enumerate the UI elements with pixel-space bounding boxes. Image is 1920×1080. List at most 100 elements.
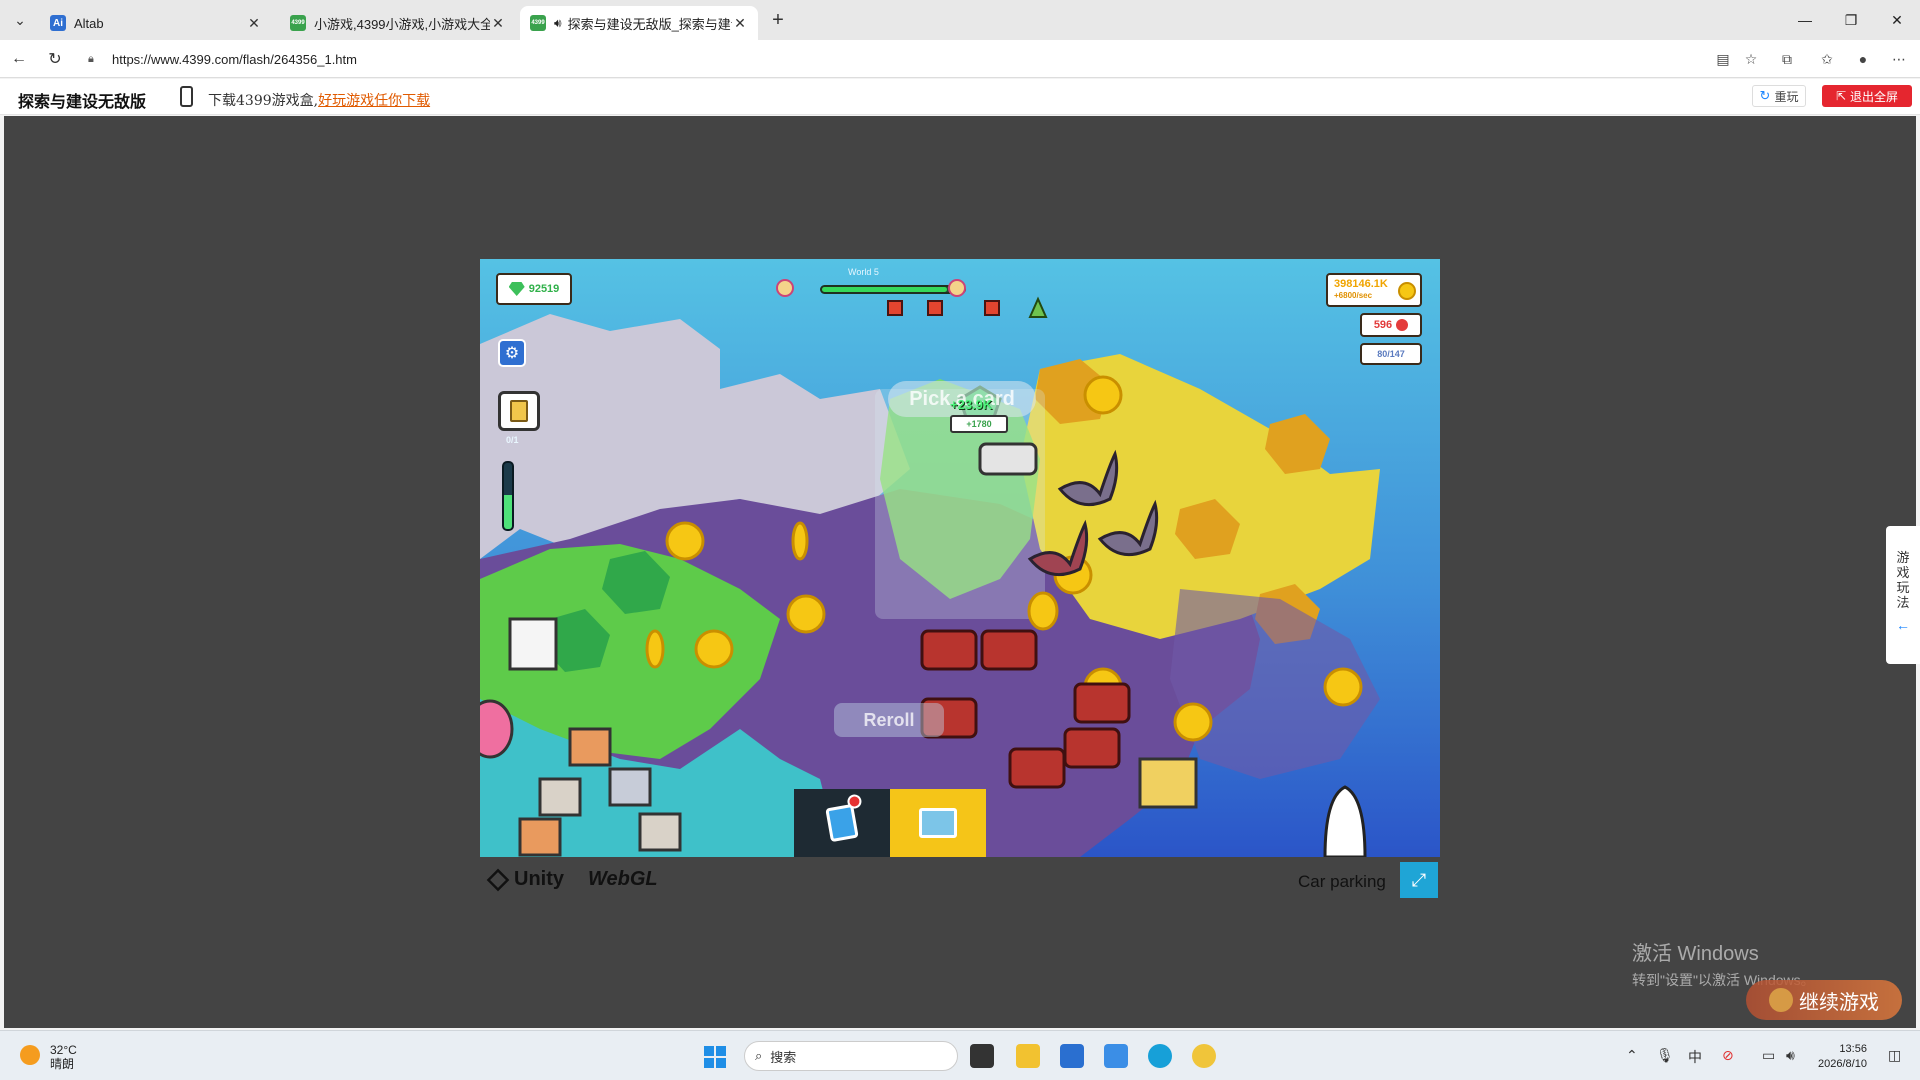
promo-link[interactable]: 好玩游戏任你下载 xyxy=(318,93,430,109)
coin xyxy=(1083,375,1123,415)
coin-icon xyxy=(1398,282,1416,300)
coin-counter: 398146.1K +6800/sec xyxy=(1326,273,1422,307)
gameplay-guide-tab[interactable]: 游 戏 玩 法 ← xyxy=(1886,526,1920,664)
restore-icon[interactable]: ❐ xyxy=(1828,4,1874,36)
extensions-icon[interactable]: ⧉ xyxy=(1776,48,1798,70)
mine-cart xyxy=(1008,747,1066,789)
map-tab[interactable] xyxy=(890,789,986,857)
coin xyxy=(665,521,705,561)
reload-icon[interactable]: ↻ xyxy=(44,48,66,70)
exit-fullscreen-button[interactable]: ⇱ 退出全屏 xyxy=(1822,85,1912,107)
mine-cart xyxy=(980,629,1038,671)
arrow-left-icon: ← xyxy=(1896,617,1910,633)
house xyxy=(538,777,582,817)
dino-mascot-icon xyxy=(1769,988,1793,1012)
url-text: https://www.4399.com/flash/264356_1.htm xyxy=(112,51,357,67)
apple-counter: 596 xyxy=(1360,313,1422,337)
tab-title: 探索与建设无敌版_探索与建设 xyxy=(567,16,732,32)
site-header: 探索与建设无敌版 下载4399游戏盒,好玩游戏任你下载 ↻ 重玩 ⇱ 退出全屏 xyxy=(0,79,1920,115)
expand-icon[interactable]: ⤢ xyxy=(1400,862,1438,898)
restart-button[interactable]: ↻ 重玩 xyxy=(1752,85,1806,107)
gem-value: 92519 xyxy=(528,283,560,295)
continue-game-button[interactable]: 继续游戏 xyxy=(1746,980,1902,1020)
cards-tab[interactable] xyxy=(794,789,890,857)
chevron-up-icon[interactable]: ⌃ xyxy=(1626,1047,1638,1064)
clock[interactable]: 13:56 2026/8/10 xyxy=(1818,1042,1867,1072)
reroll-button[interactable]: Reroll xyxy=(834,703,944,737)
restart-label: 重玩 xyxy=(1774,89,1799,104)
game-title: 探索与建设无敌版 xyxy=(18,94,147,111)
tab-close-icon[interactable]: ✕ xyxy=(490,15,506,32)
stock-app-icon[interactable] xyxy=(1104,1044,1128,1068)
tab-list-chevron-icon[interactable]: ⌄ xyxy=(8,8,32,32)
network-icon[interactable]: ▭ xyxy=(1762,1047,1775,1064)
volume-icon[interactable]: 🔊︎ xyxy=(1786,1047,1795,1064)
side-tab-char: 游 xyxy=(1896,550,1910,565)
settings-gear-icon[interactable]: ⚙ xyxy=(498,339,526,367)
hex-map[interactable] xyxy=(480,259,1440,857)
weather-widget[interactable]: 32°C 晴朗 xyxy=(50,1043,77,1071)
speaker-icon[interactable]: 🔊︎ xyxy=(554,16,562,31)
capacity-value: 80/147 xyxy=(1377,349,1405,359)
altab-favicon-icon: Ai xyxy=(50,15,66,31)
notification-icon[interactable]: ◫ xyxy=(1888,1047,1901,1064)
task-view-icon[interactable] xyxy=(970,1044,994,1068)
map-icon xyxy=(919,808,957,838)
apple-icon xyxy=(1396,319,1409,331)
tab-explore-build[interactable]: 4399 🔊︎ 探索与建设无敌版_探索与建设 ✕ xyxy=(520,6,758,40)
coin xyxy=(645,629,665,669)
microphone-icon[interactable]: 🎙︎ xyxy=(1656,1047,1674,1064)
url-field[interactable]: 🔒︎ https://www.4399.com/flash/264356_1.h… xyxy=(78,46,1768,72)
penguin xyxy=(1323,785,1367,857)
sun-icon[interactable] xyxy=(20,1045,40,1065)
date: 2026/8/10 xyxy=(1818,1058,1867,1070)
world-end-icon xyxy=(948,279,966,297)
ime-icon[interactable]: 中 xyxy=(1688,1047,1702,1067)
game-canvas[interactable]: 92519 398146.1K +6800/sec 596 80/147 ⚙ 0… xyxy=(480,259,1440,857)
minimize-icon[interactable]: — xyxy=(1782,4,1828,36)
coin xyxy=(1173,702,1213,742)
tab-title: Altab xyxy=(74,15,104,31)
4399-favicon-icon: 4399 xyxy=(290,15,306,31)
quest-progress: 0/1 xyxy=(506,435,519,445)
floating-coin-gain: +23.9K xyxy=(950,397,993,412)
tab-4399-home[interactable]: 4399 小游戏,4399小游戏,小游戏大全,双 ✕ xyxy=(280,6,516,40)
tab-close-icon[interactable]: ✕ xyxy=(246,15,262,32)
tent-icon xyxy=(984,300,1000,316)
coin xyxy=(1027,591,1059,631)
more-menu-icon[interactable]: ⋯ xyxy=(1888,48,1910,70)
continue-label: 继续游戏 xyxy=(1799,991,1879,1014)
tab-close-icon[interactable]: ✕ xyxy=(732,15,748,32)
star-icon[interactable]: ☆ xyxy=(1740,48,1762,70)
mine-cart xyxy=(1063,727,1121,769)
gem-icon xyxy=(508,282,525,296)
mine-cart xyxy=(920,629,978,671)
back-arrow-icon[interactable]: ← xyxy=(8,48,30,70)
quest-clipboard-button[interactable] xyxy=(498,391,540,431)
clipboard-icon xyxy=(510,400,528,422)
windows-start-icon[interactable] xyxy=(704,1046,726,1068)
reader-mode-icon[interactable]: ▤ xyxy=(1712,48,1734,70)
side-tab-char: 戏 xyxy=(1896,565,1910,580)
webgl-logo: WebGL xyxy=(588,868,658,890)
plus-icon[interactable]: + xyxy=(766,8,790,32)
mountain-icon xyxy=(1028,296,1048,318)
coin xyxy=(791,521,809,561)
time: 13:56 xyxy=(1839,1043,1867,1055)
game-app-icon[interactable] xyxy=(1192,1044,1216,1068)
profile-avatar-icon[interactable]: ● xyxy=(1852,48,1874,70)
download-promo[interactable]: 下载4399游戏盒,好玩游戏任你下载 xyxy=(208,90,430,110)
file-explorer-icon[interactable] xyxy=(1016,1044,1040,1068)
store-icon[interactable] xyxy=(1060,1044,1084,1068)
edge-browser-icon[interactable] xyxy=(1148,1044,1172,1068)
exit-fullscreen-label: 退出全屏 xyxy=(1850,89,1899,104)
house xyxy=(518,817,562,857)
tab-altab[interactable]: Ai Altab ✕ xyxy=(40,6,272,40)
taskbar-search[interactable]: ⌕ 搜索 xyxy=(744,1041,958,1071)
energy-gauge-fill xyxy=(504,494,512,529)
antivirus-icon[interactable]: ⊘ xyxy=(1722,1047,1734,1064)
close-icon[interactable]: ✕ xyxy=(1874,4,1920,36)
favorites-icon[interactable]: ✩ xyxy=(1816,48,1838,70)
world-progress-fill xyxy=(822,287,947,292)
coin xyxy=(1323,667,1363,707)
